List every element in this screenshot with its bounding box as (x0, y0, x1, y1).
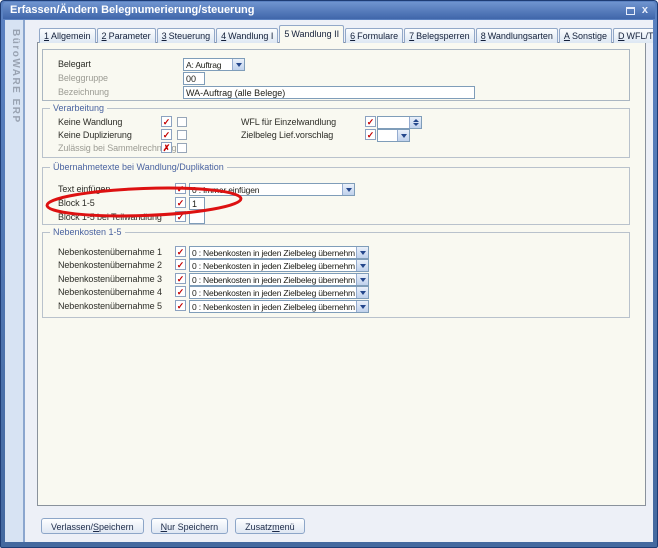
nebenkosten-dropdown-1[interactable]: 0 : Nebenkosten in jeden Zielbeleg übern… (189, 246, 369, 259)
verlassen-speichern-button[interactable]: Verlassen/Speichern (41, 518, 144, 534)
nebenkosten-row-4: Nebenkostenübernahme 4 ✓ 0 : Nebenkosten… (43, 286, 629, 299)
nebenkosten-dropdown-4[interactable]: 0 : Nebenkosten in jeden Zielbeleg übern… (189, 286, 369, 299)
tab-sonstige[interactable]: ASonstige (559, 28, 612, 43)
sidebar-strip: BüroWARE ERP (5, 20, 25, 542)
nebenkosten-groupbox: Nebenkosten 1-5 Nebenkostenübernahme 1 ✓… (42, 232, 630, 318)
uebernahmetexte-groupbox: Übernahmetexte bei Wandlung/Duplikation … (42, 167, 630, 225)
chevron-down-icon[interactable] (356, 247, 368, 258)
nebenkosten-dropdown-2[interactable]: 0 : Nebenkosten in jeden Zielbeleg übern… (189, 259, 369, 272)
check-toggle-icon[interactable]: ✓ (161, 129, 172, 140)
nebenkosten-row-3: Nebenkostenübernahme 3 ✓ 0 : Nebenkosten… (43, 273, 629, 286)
tab-formulare[interactable]: 6Formulare (345, 28, 403, 43)
check-toggle-icon[interactable]: ✓ (175, 259, 186, 270)
belegart-row: Belegart A: Auftrag (43, 58, 629, 71)
keine-duplizierung-row: Keine Duplizierung ✓ Zielbeleg Lief.vors… (43, 129, 629, 142)
block-1-5-input[interactable] (189, 197, 205, 210)
close-icon[interactable]: x (642, 5, 648, 16)
belegart-dropdown[interactable]: A: Auftrag (183, 58, 245, 71)
chevron-down-icon[interactable] (356, 287, 368, 298)
tab-belegsperren[interactable]: 7Belegsperren (404, 28, 475, 43)
spinner-arrows-icon[interactable] (409, 117, 421, 128)
chevron-down-icon[interactable] (356, 301, 368, 312)
bezeichnung-row: Bezeichnung (43, 86, 629, 99)
tab-content-panel: Belegart A: Auftrag Beleggruppe Bezeichn… (37, 42, 646, 506)
nur-speichern-button[interactable]: Nur Speichern (151, 518, 229, 534)
check-toggle-icon[interactable]: ✓ (175, 273, 186, 284)
check-toggle-icon[interactable]: ✓ (175, 246, 186, 257)
tab-wandlungsarten[interactable]: 8Wandlungsarten (476, 28, 558, 43)
check-toggle-icon[interactable]: ✓ (365, 116, 376, 127)
beleggruppe-row: Beleggruppe (43, 72, 629, 85)
sammelrechnung-row: Zulässig bei Sammelrechnung ✗ (43, 142, 629, 155)
titlebar[interactable]: Erfassen/Ändern Belegnumerierung/steueru… (3, 2, 655, 19)
verarbeitung-legend: Verarbeitung (50, 103, 107, 113)
tab-steuerung[interactable]: 3Steuerung (157, 28, 216, 43)
check-toggle-icon[interactable]: ✓ (175, 286, 186, 297)
command-button-row: Verlassen/Speichern Nur Speichern Zusatz… (41, 518, 305, 534)
checkbox[interactable] (177, 130, 187, 140)
tab-wandlung-1[interactable]: 4Wandlung I (216, 28, 278, 43)
bezeichnung-input[interactable] (183, 86, 475, 99)
tab-wandlung-2[interactable]: 5Wandlung II (279, 25, 344, 43)
titlebar-buttons: x (626, 5, 648, 16)
chevron-down-icon[interactable] (356, 274, 368, 285)
chevron-down-icon[interactable] (397, 130, 409, 141)
chevron-down-icon[interactable] (342, 184, 354, 195)
chevron-down-icon[interactable] (356, 260, 368, 271)
block-teilwandlung-input[interactable] (189, 211, 205, 224)
app-window: Erfassen/Ändern Belegnumerierung/steueru… (0, 0, 658, 548)
window-title: Erfassen/Ändern Belegnumerierung/steueru… (10, 4, 255, 16)
wfl-spinner[interactable] (377, 116, 422, 129)
nebenkosten-row-2: Nebenkostenübernahme 2 ✓ 0 : Nebenkosten… (43, 259, 629, 272)
verarbeitung-groupbox: Verarbeitung Keine Wandlung ✓ WFL für Ei… (42, 108, 630, 158)
checkbox[interactable] (177, 117, 187, 127)
uebernahmetexte-legend: Übernahmetexte bei Wandlung/Duplikation (50, 162, 227, 172)
text-einfuegen-row: Text einfügen ✓ 0 : Immer einfügen (43, 183, 629, 196)
beleggruppe-label: Beleggruppe (58, 73, 108, 83)
tab-parameter[interactable]: 2Parameter (97, 28, 156, 43)
nebenkosten-legend: Nebenkosten 1-5 (50, 227, 125, 237)
nebenkosten-dropdown-3[interactable]: 0 : Nebenkosten in jeden Zielbeleg übern… (189, 273, 369, 286)
tab-wfl-tb[interactable]: DWFL/TB (613, 28, 653, 43)
keine-wandlung-row: Keine Wandlung ✓ WFL für Einzelwandlung … (43, 116, 629, 129)
nebenkosten-row-1: Nebenkostenübernahme 1 ✓ 0 : Nebenkosten… (43, 246, 629, 259)
bezeichnung-label: Bezeichnung (58, 87, 109, 97)
block-1-5-row: Block 1-5 ✓ (43, 197, 629, 210)
check-toggle-icon[interactable]: ✓ (175, 211, 186, 222)
belegart-value: A: Auftrag (186, 60, 231, 70)
check-toggle-icon[interactable]: ✓ (175, 300, 186, 311)
brand-vertical-label: BüroWARE ERP (10, 29, 21, 124)
check-toggle-icon[interactable]: ✓ (175, 183, 186, 194)
cross-toggle-icon[interactable]: ✗ (161, 142, 172, 153)
nebenkosten-dropdown-5[interactable]: 0 : Nebenkosten in jeden Zielbeleg übern… (189, 300, 369, 313)
zielbeleg-dropdown[interactable] (377, 129, 410, 142)
tab-bar: 1Allgemein 2Parameter 3Steuerung 4Wandlu… (39, 25, 653, 43)
maximize-icon[interactable] (626, 7, 635, 15)
block-teilwandlung-row: Block 1-5 bei Teilwandlung ✓ (43, 211, 629, 224)
nebenkosten-row-5: Nebenkostenübernahme 5 ✓ 0 : Nebenkosten… (43, 300, 629, 313)
chevron-down-icon[interactable] (232, 59, 244, 70)
belegart-label: Belegart (58, 59, 91, 69)
beleggruppe-input[interactable] (183, 72, 205, 85)
text-einfuegen-dropdown[interactable]: 0 : Immer einfügen (189, 183, 355, 196)
document-fields-box: Belegart A: Auftrag Beleggruppe Bezeichn… (42, 49, 630, 101)
check-toggle-icon[interactable]: ✓ (365, 129, 376, 140)
tab-allgemein[interactable]: 1Allgemein (39, 28, 96, 43)
check-toggle-icon[interactable]: ✓ (161, 116, 172, 127)
checkbox[interactable] (177, 143, 187, 153)
zusatzmenue-button[interactable]: Zusatzmenü (235, 518, 305, 534)
client-area: BüroWARE ERP 1Allgemein 2Parameter 3Steu… (5, 20, 653, 542)
check-toggle-icon[interactable]: ✓ (175, 197, 186, 208)
